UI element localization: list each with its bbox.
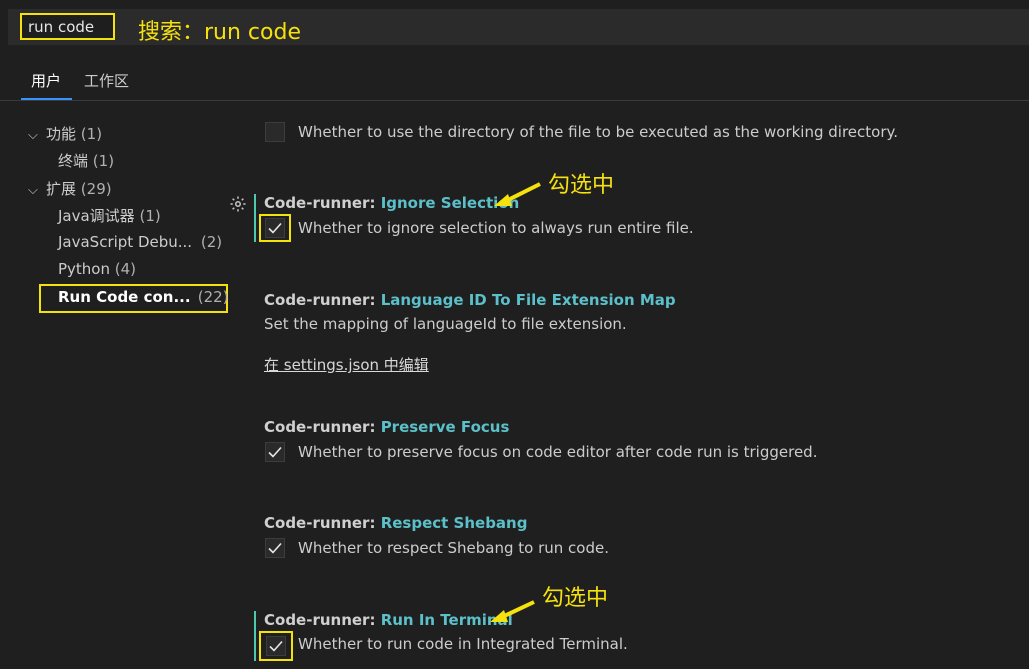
- tree-item-label: 功能: [46, 125, 77, 143]
- tabs-divider: [0, 100, 1029, 101]
- arrow-icon: [494, 182, 541, 206]
- setting-name: Language ID To File Extension Map: [380, 291, 676, 309]
- tree-item-label: Java调试器: [58, 207, 135, 225]
- check-icon: [268, 542, 282, 554]
- focus-indicator: [254, 611, 256, 661]
- ignore-selection-description: Whether to ignore selection to always ru…: [298, 219, 694, 237]
- chevron-down-icon: ⌵: [28, 128, 38, 143]
- check-icon: [268, 222, 282, 234]
- tree-item-python[interactable]: Python (4): [58, 260, 136, 278]
- run-in-terminal-checkbox[interactable]: [266, 636, 286, 656]
- checked-annotation-2: 勾选中: [542, 586, 609, 611]
- focus-indicator: [254, 194, 256, 242]
- setting-prefix: Code-runner:: [264, 514, 381, 532]
- check-icon: [268, 446, 282, 458]
- run-in-terminal-title: Code-runner: Run In Terminal: [264, 611, 513, 629]
- tree-item-js-debugger[interactable]: JavaScript Debu... (2): [58, 233, 222, 251]
- setting-prefix: Code-runner:: [264, 611, 381, 629]
- checked-annotation-1: 勾选中: [548, 173, 615, 198]
- tree-item-extensions[interactable]: ⌵ 扩展 (29): [28, 178, 112, 199]
- search-annotation: 搜索：run code: [138, 20, 301, 45]
- setting-prefix: Code-runner:: [264, 291, 381, 309]
- gear-icon[interactable]: [229, 195, 247, 217]
- ignore-selection-checkbox[interactable]: [265, 218, 285, 238]
- preserve-focus-title: Code-runner: Preserve Focus: [264, 418, 509, 436]
- preserve-focus-checkbox[interactable]: [265, 442, 285, 462]
- setting-name: Preserve Focus: [380, 418, 510, 436]
- search-input[interactable]: [20, 13, 115, 40]
- tree-item-count: (4): [114, 260, 137, 278]
- language-map-description: Set the mapping of languageId to file ex…: [264, 315, 627, 333]
- tree-item-terminal[interactable]: 终端 (1): [58, 150, 114, 171]
- tree-item-count: (22): [197, 288, 229, 306]
- tree-item-count: (29): [80, 180, 112, 198]
- run-in-terminal-description: Whether to run code in Integrated Termin…: [298, 635, 628, 653]
- tree-item-label: Run Code con...: [58, 288, 191, 306]
- tree-item-label: JavaScript Debu...: [58, 233, 193, 251]
- cwd-description: Whether to use the directory of the file…: [298, 123, 899, 141]
- tree-item-count: (1): [92, 152, 115, 170]
- chevron-down-icon: ⌵: [28, 183, 38, 198]
- tree-item-count: (1): [139, 207, 161, 225]
- arrow-icon: [490, 600, 535, 622]
- tab-user[interactable]: 用户: [31, 70, 61, 91]
- edit-in-settings-json-link[interactable]: 在 settings.json 中编辑: [264, 354, 429, 375]
- setting-name: Respect Shebang: [380, 514, 528, 532]
- setting-prefix: Code-runner:: [264, 418, 381, 436]
- cwd-checkbox[interactable]: [265, 122, 285, 142]
- ignore-selection-title: Code-runner: Ignore Selection: [264, 194, 519, 212]
- tree-item-java-debugger[interactable]: Java调试器 (1): [58, 205, 161, 226]
- tree-item-count: (1): [80, 125, 103, 143]
- tree-item-run-code[interactable]: Run Code con... (22): [58, 288, 229, 306]
- tree-item-features[interactable]: ⌵ 功能 (1): [28, 123, 102, 144]
- check-icon: [269, 640, 283, 652]
- respect-shebang-title: Code-runner: Respect Shebang: [264, 514, 527, 532]
- preserve-focus-description: Whether to preserve focus on code editor…: [298, 443, 818, 461]
- tab-workspace[interactable]: 工作区: [84, 70, 129, 91]
- setting-prefix: Code-runner:: [264, 194, 381, 212]
- respect-shebang-checkbox[interactable]: [265, 538, 285, 558]
- tree-item-label: 扩展: [46, 180, 77, 198]
- tree-item-label: 终端: [58, 152, 89, 170]
- tree-item-count: (2): [200, 233, 223, 251]
- tree-item-label: Python: [58, 260, 110, 278]
- language-map-title: Code-runner: Language ID To File Extensi…: [264, 291, 676, 309]
- respect-shebang-description: Whether to respect Shebang to run code.: [298, 539, 609, 557]
